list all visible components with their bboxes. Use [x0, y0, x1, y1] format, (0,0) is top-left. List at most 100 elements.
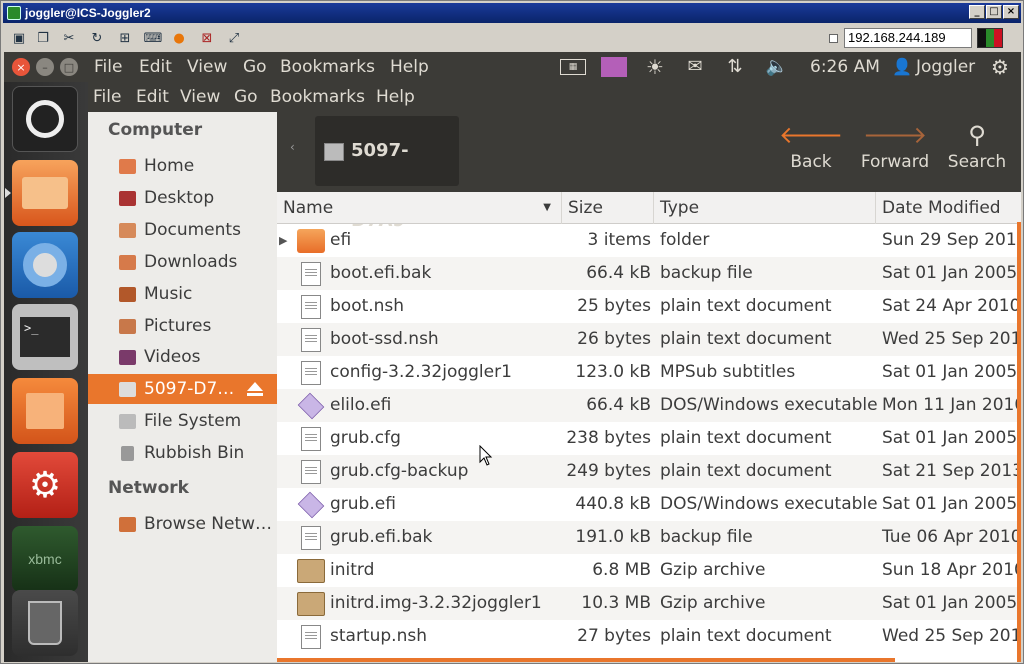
- forward-button[interactable]: 🡒 Forward: [855, 118, 935, 184]
- software-center-launcher-icon[interactable]: [12, 378, 78, 444]
- fullscreen-icon[interactable]: ⤢: [224, 28, 244, 48]
- minimize-window-icon[interactable]: –: [36, 58, 54, 76]
- keyboard-indicator-icon[interactable]: ▦: [560, 59, 586, 75]
- file-row[interactable]: config-3.2.32joggler1 123.0 kB MPSub subti…: [277, 356, 1021, 389]
- sidebar-item-pictures[interactable]: Pictures: [88, 311, 277, 341]
- minimize-button[interactable]: _: [969, 5, 985, 19]
- breadcrumb-left-arrow-icon[interactable]: ‹: [290, 140, 295, 154]
- file-row[interactable]: initrd.img-3.2.32joggler1 10.3 MB Gzip arc…: [277, 587, 1021, 620]
- ip-address-field[interactable]: 192.168.244.189: [844, 28, 972, 48]
- files-launcher-icon[interactable]: [12, 160, 78, 226]
- file-name: boot.nsh: [330, 296, 405, 316]
- menu-view[interactable]: View: [180, 85, 220, 109]
- column-name[interactable]: Name ▼: [277, 192, 562, 224]
- connection-info-icon[interactable]: ▣: [9, 28, 29, 48]
- sidebar-item-videos[interactable]: Videos: [88, 342, 277, 372]
- panel-menu-go[interactable]: Go: [243, 55, 267, 79]
- expand-triangle-icon[interactable]: ▶: [279, 224, 287, 257]
- document-icon: [301, 526, 321, 550]
- brightness-icon[interactable]: ☀: [642, 56, 668, 78]
- vertical-scrollbar[interactable]: [1017, 222, 1021, 662]
- sidebar-item-desktop[interactable]: Desktop: [88, 183, 277, 213]
- user-name[interactable]: Joggler: [916, 55, 975, 79]
- sidebar-item-drive[interactable]: 5097-D7…: [88, 374, 277, 404]
- close-button[interactable]: ×: [1003, 5, 1019, 19]
- sidebar-item-browse-network[interactable]: Browse Netw…: [88, 509, 277, 539]
- volume-icon[interactable]: 🔈: [762, 56, 792, 78]
- file-row[interactable]: boot-ssd.nsh 26 bytes plain text document W…: [277, 323, 1021, 356]
- window-title-bar[interactable]: joggler@ICS-Joggler2: [3, 3, 1021, 23]
- trash-icon: [121, 446, 134, 461]
- remote-desktop: × – □ File Edit View Go Bookmarks Help ▦…: [4, 52, 1021, 662]
- keyboard-icon[interactable]: ⌨: [143, 28, 163, 48]
- panel-menu-view[interactable]: View: [187, 55, 227, 79]
- file-size: 26 bytes: [577, 329, 651, 349]
- ip-checkbox[interactable]: [829, 34, 838, 43]
- alert-icon[interactable]: ●: [169, 28, 189, 48]
- panel-menu-bookmarks[interactable]: Bookmarks: [280, 55, 375, 79]
- file-row[interactable]: initrd 6.8 MB Gzip archive Sun 18 Apr 2010: [277, 554, 1021, 587]
- tools-icon[interactable]: ✂: [59, 28, 79, 48]
- folder-icon: [297, 229, 325, 253]
- file-type: DOS/Windows executable: [660, 395, 878, 415]
- disconnect-icon[interactable]: ⊠: [197, 28, 217, 48]
- options-icon[interactable]: ❐: [33, 28, 53, 48]
- file-row[interactable]: ▶ efi 3 items folder Sun 29 Sep 2013: [277, 224, 1021, 257]
- sidebar-item-music[interactable]: Music: [88, 279, 277, 309]
- breadcrumb-location[interactable]: 5097-D7A9: [315, 116, 459, 231]
- refresh-icon[interactable]: ↻: [87, 28, 107, 48]
- file-size: 6.8 MB: [592, 560, 651, 580]
- column-size[interactable]: Size: [562, 192, 654, 224]
- user-icon[interactable]: 👤: [892, 56, 912, 78]
- panel-menu-file[interactable]: File: [94, 55, 122, 79]
- file-row[interactable]: grub.cfg-backup 249 bytes plain text docum…: [277, 455, 1021, 488]
- maximize-button[interactable]: □: [986, 5, 1002, 19]
- file-size: 10.3 MB: [581, 593, 651, 613]
- panel-menu-edit[interactable]: Edit: [139, 55, 172, 79]
- system-settings-launcher-icon[interactable]: ⚙: [12, 452, 78, 518]
- document-icon: [301, 460, 321, 484]
- file-row[interactable]: grub.efi.bak 191.0 kB backup file Tue 06 Ap…: [277, 521, 1021, 554]
- file-row[interactable]: boot.nsh 25 bytes plain text document Sat 2…: [277, 290, 1021, 323]
- eject-icon[interactable]: [246, 381, 264, 397]
- file-row[interactable]: boot.efi.bak 66.4 kB backup file Sat 01 Jan…: [277, 257, 1021, 290]
- maximize-window-icon[interactable]: □: [60, 58, 78, 76]
- file-name: grub.cfg: [330, 428, 401, 448]
- file-row[interactable]: grub.efi 440.8 kB DOS/Windows executable Sa…: [277, 488, 1021, 521]
- menu-bookmarks[interactable]: Bookmarks: [270, 85, 365, 109]
- sidebar-item-documents[interactable]: Documents: [88, 215, 277, 245]
- dash-home-icon[interactable]: [12, 86, 78, 152]
- panel-menu-help[interactable]: Help: [390, 55, 429, 79]
- menu-help[interactable]: Help: [376, 85, 415, 109]
- sort-down-icon: ▼: [543, 202, 551, 213]
- network-folder-icon: [119, 517, 136, 532]
- terminal-launcher-icon[interactable]: >_: [12, 304, 78, 370]
- sidebar-item-rubbish-bin[interactable]: Rubbish Bin: [88, 438, 277, 468]
- clock[interactable]: 6:26 AM: [810, 55, 880, 79]
- horizontal-scrollbar[interactable]: [277, 658, 895, 662]
- menu-go[interactable]: Go: [234, 85, 258, 109]
- column-date-modified[interactable]: Date Modified: [876, 192, 1021, 224]
- chromium-launcher-icon[interactable]: [12, 232, 78, 298]
- menu-file[interactable]: File: [93, 85, 121, 109]
- sidebar-heading-computer: Computer: [108, 120, 203, 140]
- windows-key-icon[interactable]: ⊞: [115, 28, 135, 48]
- file-name: initrd: [330, 560, 375, 580]
- menu-edit[interactable]: Edit: [136, 85, 169, 109]
- mail-icon[interactable]: ✉: [682, 56, 708, 78]
- display-indicator-icon[interactable]: [601, 57, 627, 77]
- file-row[interactable]: grub.cfg 238 bytes plain text document Sat …: [277, 422, 1021, 455]
- trash-launcher-icon[interactable]: [12, 590, 78, 656]
- sidebar-item-downloads[interactable]: Downloads: [88, 247, 277, 277]
- xbmc-launcher-icon[interactable]: xbmc: [12, 526, 78, 592]
- back-button[interactable]: 🡐 Back: [771, 118, 851, 184]
- close-window-icon[interactable]: ×: [12, 58, 30, 76]
- sidebar-item-home[interactable]: Home: [88, 151, 277, 181]
- file-row[interactable]: elilo.efi 66.4 kB DOS/Windows executable Mo…: [277, 389, 1021, 422]
- column-type[interactable]: Type: [654, 192, 876, 224]
- session-gear-icon[interactable]: ⚙: [988, 56, 1012, 78]
- sidebar-item-file-system[interactable]: File System: [88, 406, 277, 436]
- network-icon[interactable]: ⇅: [722, 56, 748, 78]
- file-row[interactable]: startup.nsh 27 bytes plain text document We…: [277, 620, 1021, 653]
- search-button[interactable]: ⚲ Search: [937, 118, 1017, 184]
